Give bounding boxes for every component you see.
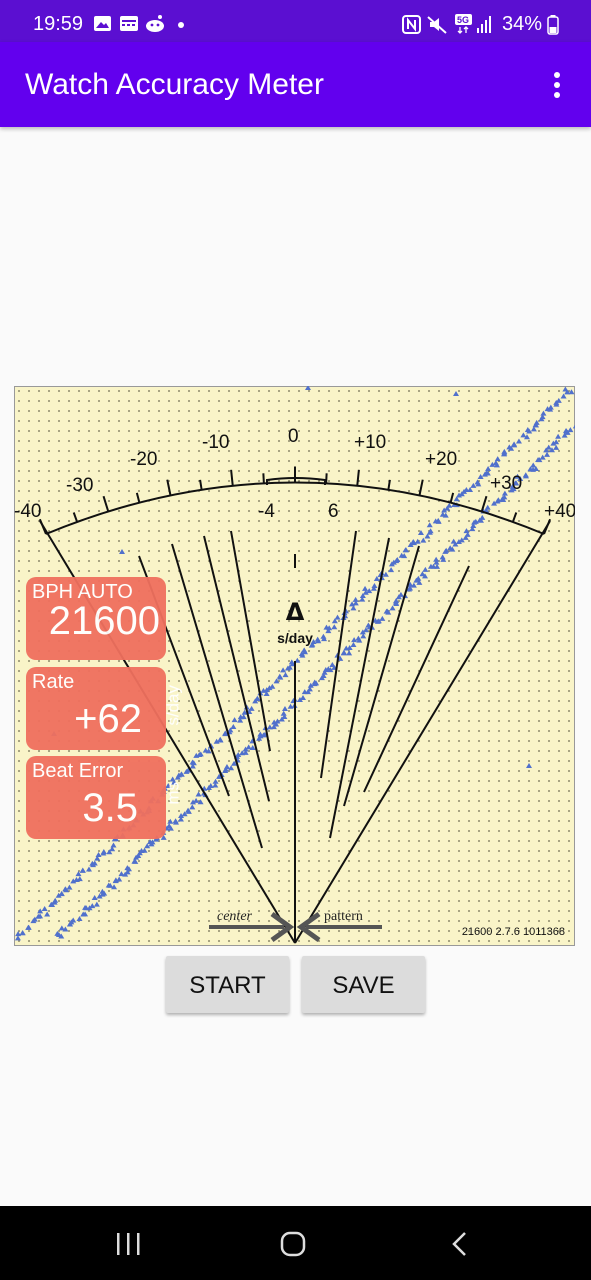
status-time: 19:59 (33, 13, 84, 35)
meter-graphic: center pattern -40 -30 -20 -10 0 +10 +20 +30 +40… (14, 386, 575, 946)
rate-unit: s/day (164, 685, 183, 726)
bph-panel: BPH AUTO 21600 (26, 577, 166, 660)
image-icon (94, 16, 111, 31)
app-bar: Watch Accuracy Meter (0, 42, 591, 127)
reddit-icon (146, 15, 164, 32)
dot-icon (178, 22, 184, 28)
scale-label: -20 (130, 449, 157, 470)
navigation-bar (0, 1206, 591, 1280)
beat-error-value: 3.5 (82, 786, 138, 830)
scale-label: +10 (354, 432, 386, 453)
rate-value: +62 (74, 697, 142, 741)
status-icons-left (94, 15, 184, 32)
inner-label-minus4: -4 (258, 501, 275, 522)
start-button[interactable]: START (166, 956, 289, 1013)
more-vert-icon[interactable] (545, 70, 569, 100)
home-icon[interactable] (273, 1228, 313, 1260)
status-bar: 19:59 5G 34% (0, 0, 591, 42)
rate-label: Rate (32, 671, 75, 693)
bph-value: 21600 (48, 599, 160, 643)
beat-error-label: Beat Error (32, 760, 124, 782)
scale-tick (325, 473, 328, 484)
scale-label: +20 (425, 449, 457, 470)
delta-unit: s/day (277, 630, 313, 646)
svg-text:5G: 5G (457, 15, 469, 25)
accuracy-meter: center pattern -40 -30 -20 -10 0 +10 +20 +30 +40… (14, 386, 575, 946)
save-button[interactable]: SAVE (302, 956, 425, 1013)
scale-label: -10 (202, 432, 229, 453)
inner-label-6: 6 (328, 501, 339, 522)
center-label: center (217, 909, 253, 924)
beat-error-panel: Beat Error 3.5 ms (26, 756, 183, 839)
calendar-icon (120, 16, 138, 31)
battery-icon (547, 15, 559, 35)
rate-panel: Rate +62 s/day (26, 667, 183, 750)
nfc-icon (402, 15, 421, 34)
recents-icon[interactable] (108, 1228, 148, 1260)
5g-icon: 5G (455, 14, 472, 34)
back-icon[interactable] (440, 1228, 480, 1260)
mute-icon (427, 16, 447, 34)
scale-label: -30 (66, 475, 93, 496)
scale-label: 0 (288, 426, 299, 447)
status-icons-right: 5G (402, 14, 491, 34)
pattern-label: pattern (324, 909, 363, 924)
delta-symbol: Δ (286, 598, 305, 626)
beat-error-unit: ms (164, 782, 183, 805)
app-title: Watch Accuracy Meter (25, 68, 324, 101)
scale-label: +30 (490, 473, 522, 494)
version-text: 21600 2.7.6 1011368 (462, 926, 565, 938)
scale-tick (262, 473, 265, 484)
scale-label: -40 (14, 501, 41, 522)
scale-label: +40 (544, 501, 575, 522)
signal-icon (477, 16, 491, 33)
status-battery-text: 34% (502, 13, 543, 35)
